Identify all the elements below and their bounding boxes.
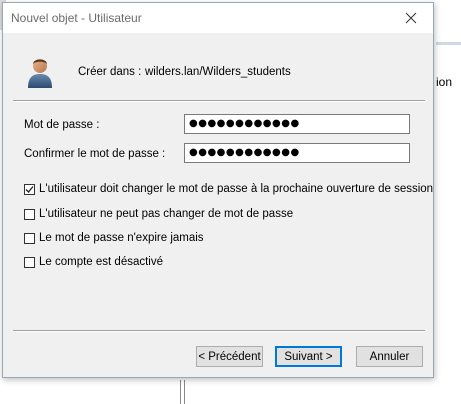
confirm-password-field[interactable]: ●●●●●●●●●●●●: [184, 143, 410, 163]
option-account-disabled[interactable]: Le compte est désactivé: [24, 255, 163, 269]
previous-button[interactable]: < Précédent: [196, 346, 263, 367]
background-divider: [180, 380, 181, 404]
separator-top: [13, 100, 425, 102]
option-label: L'utilisateur doit changer le mot de pas…: [39, 183, 434, 195]
checkbox-password-never-expires[interactable]: [24, 232, 35, 244]
window-title: Nouvel objet - Utilisateur: [11, 11, 142, 25]
background-toolbar-strip: [436, 42, 461, 45]
checkbox-must-change-password[interactable]: [24, 183, 35, 195]
checkmark-icon: [25, 185, 34, 193]
background-divider: [184, 380, 185, 404]
checkbox-cannot-change-password[interactable]: [24, 208, 35, 220]
separator-bottom: [13, 330, 425, 332]
create-in-label: Créer dans :: [78, 66, 142, 78]
next-button[interactable]: Suivant >: [275, 346, 342, 367]
option-must-change-password[interactable]: L'utilisateur doit changer le mot de pas…: [24, 182, 433, 196]
cancel-button[interactable]: Annuler: [356, 346, 423, 367]
create-in-row: Créer dans : wilders.lan/Wilders_student…: [23, 55, 423, 91]
option-label: L'utilisateur ne peut pas changer de mot…: [39, 208, 294, 220]
checkbox-account-disabled[interactable]: [24, 256, 35, 268]
container-path: wilders.lan/Wilders_students: [145, 66, 291, 78]
password-label: Mot de passe :: [24, 119, 100, 131]
new-user-dialog: Nouvel objet - Utilisateur Créer dans: …: [2, 2, 434, 378]
password-field[interactable]: ●●●●●●●●●●●●: [184, 114, 410, 134]
background-partial-text: ion: [436, 75, 453, 89]
confirm-password-label: Confirmer le mot de passe :: [24, 148, 166, 160]
title-bar: Nouvel objet - Utilisateur: [3, 3, 433, 33]
close-button[interactable]: [389, 3, 433, 33]
user-icon: [28, 59, 52, 88]
option-label: Le compte est désactivé: [39, 256, 164, 268]
option-password-never-expires[interactable]: Le mot de passe n'expire jamais: [24, 231, 204, 245]
option-cannot-change-password[interactable]: L'utilisateur ne peut pas changer de mot…: [24, 207, 293, 221]
close-icon: [405, 12, 417, 24]
option-label: Le mot de passe n'expire jamais: [39, 232, 204, 244]
